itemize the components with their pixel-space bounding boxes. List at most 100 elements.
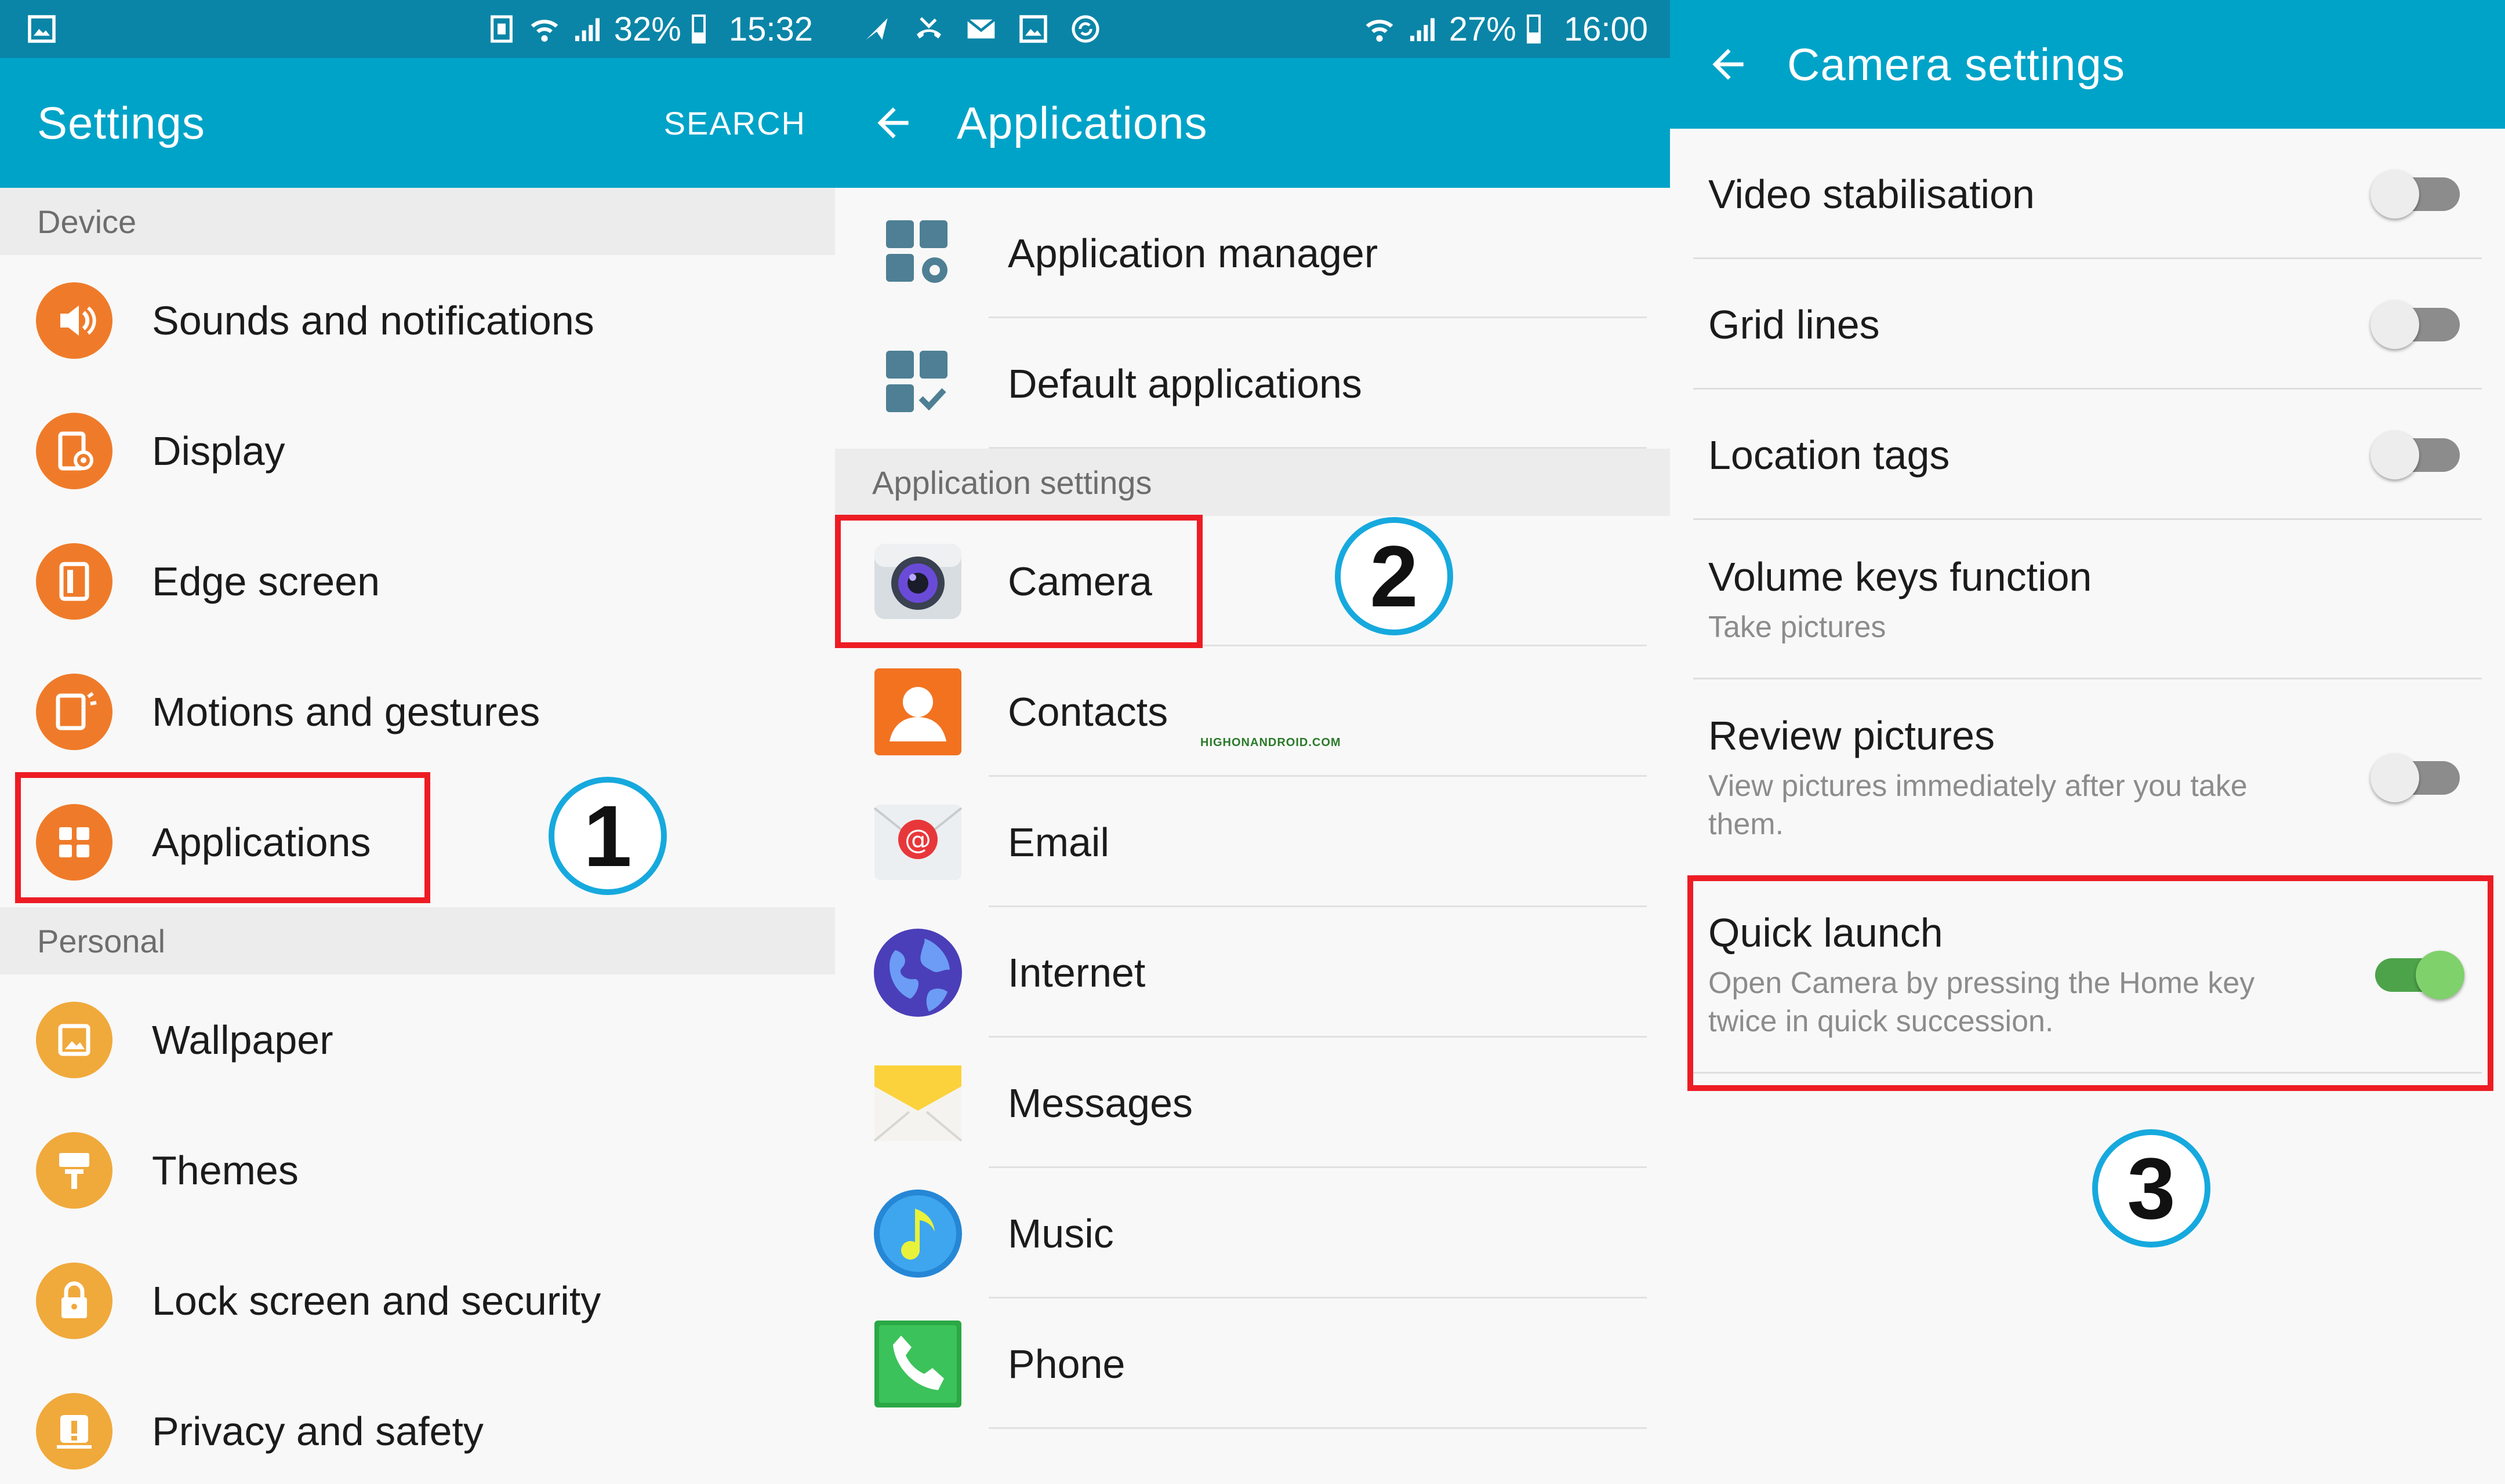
signal-icon [571, 13, 604, 45]
camera-settings-screen: Camera settings Video stabilisation Grid… [1670, 0, 2505, 1484]
setting-label: Video stabilisation [1708, 171, 2035, 217]
app-bar: Settings SEARCH [0, 58, 835, 188]
app-item-messages[interactable]: Messages [835, 1038, 1670, 1168]
item-label: Contacts [1008, 689, 1168, 734]
default-apps-icon [872, 338, 964, 430]
apps-grid-icon [35, 803, 114, 882]
section-header-application-settings: Application settings [835, 449, 1670, 516]
wifi-icon [528, 13, 561, 45]
battery-percent: 27% [1448, 10, 1516, 48]
svg-text:@: @ [905, 824, 931, 855]
setting-label: Review pictures [1708, 713, 1995, 758]
setting-label: Quick launch [1708, 910, 1943, 955]
nfc-icon [485, 13, 518, 45]
search-button[interactable]: SEARCH [664, 104, 806, 142]
music-icon [872, 1188, 964, 1279]
back-arrow-icon[interactable] [870, 100, 916, 146]
battery-icon [1526, 14, 1541, 43]
settings-screen: 32% 15:32 Settings SEARCH Device Sounds … [0, 0, 835, 1484]
settings-item-privacy[interactable]: Privacy and safety [0, 1366, 835, 1484]
default-apps-item[interactable]: Default applications [835, 318, 1670, 449]
settings-item-wallpaper[interactable]: Wallpaper [0, 974, 835, 1105]
settings-list: Device Sounds and notifications Display … [0, 188, 835, 1484]
setting-grid-lines[interactable]: Grid lines [1670, 259, 2505, 390]
item-label: Email [1008, 819, 1110, 865]
battery-percent: 32% [613, 10, 681, 48]
app-item-camera[interactable]: Camera [835, 516, 1670, 646]
settings-item-sounds[interactable]: Sounds and notifications [0, 255, 835, 385]
item-label: Motions and gestures [152, 689, 540, 734]
app-manager-item[interactable]: Application manager [835, 188, 1670, 318]
item-label: Lock screen and security [152, 1278, 601, 1323]
step-badge-1: 1 [549, 777, 667, 895]
settings-item-applications[interactable]: Applications [0, 777, 835, 907]
setting-video-stabilisation[interactable]: Video stabilisation [1670, 129, 2505, 259]
picture-icon [26, 13, 58, 45]
quick-launch-toggle[interactable] [2375, 951, 2464, 999]
edge-screen-icon [35, 542, 114, 621]
speaker-icon [35, 281, 114, 360]
app-item-internet[interactable]: Internet [835, 907, 1670, 1038]
app-item-contacts[interactable]: Contacts [835, 646, 1670, 777]
step-badge-2: 2 [1335, 517, 1453, 635]
section-header-personal: Personal [0, 907, 835, 974]
setting-volume-keys[interactable]: Volume keys function Take pictures [1670, 520, 2505, 679]
app-item-music[interactable]: Music [835, 1168, 1670, 1298]
app-item-email[interactable]: @ Email [835, 777, 1670, 907]
clock: 15:32 [728, 10, 813, 48]
video-stabilisation-toggle[interactable] [2370, 169, 2460, 219]
item-label: Applications [152, 819, 371, 865]
setting-review-pictures[interactable]: Review pictures View pictures immediatel… [1670, 679, 2505, 876]
alert-icon [35, 1392, 114, 1471]
mail-icon [965, 13, 997, 45]
status-bar: 27% 16:00 [835, 0, 1670, 58]
page-title: Settings [37, 97, 205, 148]
item-label: Application manager [1008, 230, 1378, 276]
app-bar: Applications [835, 58, 1670, 188]
item-label: Themes [152, 1147, 299, 1193]
setting-summary: View pictures immediately after you take… [1708, 769, 2248, 841]
setting-label: Grid lines [1708, 301, 1880, 347]
settings-item-display[interactable]: Display [0, 385, 835, 516]
send-icon [861, 13, 893, 45]
setting-label: Volume keys function [1708, 554, 2092, 599]
settings-item-motions[interactable]: Motions and gestures [0, 646, 835, 777]
setting-label: Location tags [1708, 432, 1950, 478]
display-icon [35, 412, 114, 490]
review-pictures-toggle[interactable] [2370, 754, 2460, 802]
section-header-device: Device [0, 188, 835, 255]
settings-item-themes[interactable]: Themes [0, 1105, 835, 1235]
wifi-icon [1363, 13, 1396, 45]
battery-icon [691, 14, 706, 43]
setting-location-tags[interactable]: Location tags [1670, 390, 2505, 520]
paint-roller-icon [35, 1131, 114, 1210]
missed-call-icon [913, 13, 945, 45]
messages-icon [872, 1057, 964, 1149]
clock: 16:00 [1563, 10, 1648, 48]
grid-lines-toggle[interactable] [2370, 300, 2460, 349]
item-label: Display [152, 428, 285, 474]
item-label: Privacy and safety [152, 1408, 484, 1454]
contacts-icon [872, 666, 964, 758]
applications-screen: 27% 16:00 Applications Application manag… [835, 0, 1670, 1484]
setting-summary: Open Camera by pressing the Home key twi… [1708, 966, 2255, 1038]
back-arrow-icon[interactable] [1705, 41, 1751, 88]
app-item-phone[interactable]: Phone [835, 1298, 1670, 1429]
item-label: Messages [1008, 1080, 1193, 1126]
page-title: Applications [957, 97, 1208, 148]
location-tags-toggle[interactable] [2370, 430, 2460, 479]
globe-icon [872, 927, 964, 1019]
sync-icon [1069, 13, 1102, 45]
step-badge-3: 3 [2092, 1129, 2210, 1247]
setting-quick-launch[interactable]: Quick launch Open Camera by pressing the… [1670, 876, 2505, 1074]
signal-icon [1406, 13, 1439, 45]
app-manager-icon [872, 208, 964, 299]
wallpaper-icon [35, 1001, 114, 1079]
status-bar: 32% 15:32 [0, 0, 835, 58]
motion-icon [35, 672, 114, 751]
camera-icon [872, 536, 964, 627]
settings-item-lock-screen[interactable]: Lock screen and security [0, 1235, 835, 1366]
settings-item-edge-screen[interactable]: Edge screen [0, 516, 835, 646]
item-label: Camera [1008, 558, 1152, 604]
picture-icon [1017, 13, 1050, 45]
